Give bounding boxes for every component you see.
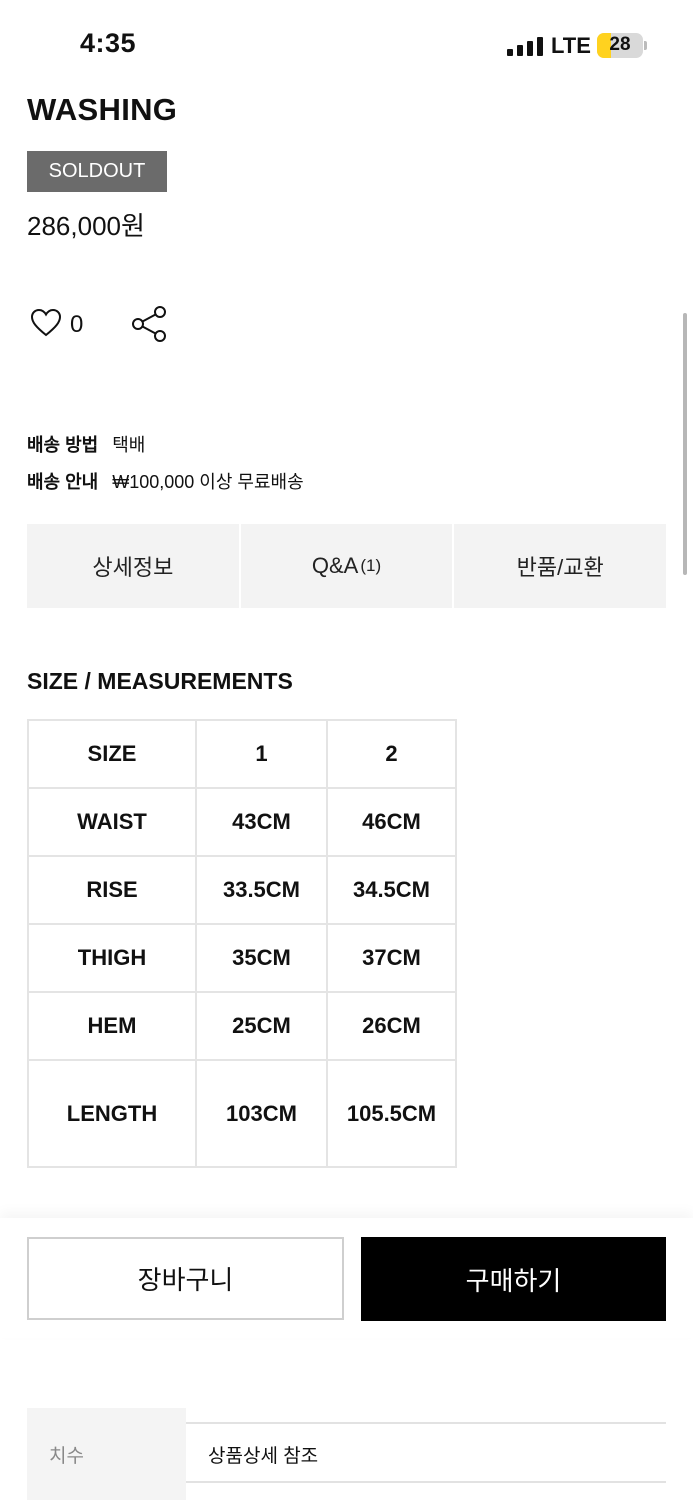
table-row: THIGH 35CM 37CM	[27, 923, 457, 993]
table-row: HEM 25CM 26CM	[27, 991, 457, 1061]
size-table: SIZE 1 2 WAIST 43CM 46CM RISE 33.5CM 34.…	[27, 719, 457, 1168]
table-cell: SIZE	[27, 719, 197, 789]
tab-details[interactable]: 상세정보	[27, 524, 241, 608]
table-cell: LENGTH	[27, 1059, 197, 1168]
soldout-badge: SOLDOUT	[27, 151, 167, 192]
table-cell: 35CM	[195, 923, 328, 993]
shipping-method-value: 택배	[112, 435, 146, 455]
shipping-method-row: 배송 방법 택배	[27, 431, 145, 457]
battery-icon: 28	[597, 33, 643, 58]
tab-qna-label: Q&A	[311, 553, 359, 578]
table-cell: 105.5CM	[326, 1059, 457, 1168]
battery-level: 28	[609, 34, 631, 55]
detail-tabs: 상세정보 Q&A (1) 반품/교환	[27, 524, 666, 608]
table-cell: RISE	[27, 855, 197, 925]
table-cell: 33.5CM	[195, 855, 328, 925]
divider	[186, 1422, 666, 1424]
table-cell: 25CM	[195, 991, 328, 1061]
shipping-guide-value: ₩100,000 이상 무료배송	[112, 472, 304, 492]
table-cell: THIGH	[27, 923, 197, 993]
add-to-cart-button[interactable]: 장바구니	[27, 1237, 344, 1320]
table-cell: WAIST	[27, 787, 197, 857]
table-row: SIZE 1 2	[27, 719, 457, 789]
info-value: 상품상세 참조	[208, 1446, 319, 1467]
table-cell: 103CM	[195, 1059, 328, 1168]
tab-returns[interactable]: 반품/교환	[454, 524, 666, 608]
table-cell: 2	[326, 719, 457, 789]
table-row: RISE 33.5CM 34.5CM	[27, 855, 457, 925]
table-cell: 1	[195, 719, 328, 789]
table-row: LENGTH 103CM 105.5CM	[27, 1059, 457, 1168]
divider	[186, 1481, 666, 1483]
info-label: 치수	[49, 1446, 84, 1467]
tab-qna-count: (1)	[360, 556, 382, 575]
table-cell: 43CM	[195, 787, 328, 857]
product-price: 286,000원	[27, 211, 145, 241]
battery-nub	[644, 41, 647, 50]
scrollbar[interactable]	[683, 313, 687, 575]
tab-details-label: 상세정보	[92, 555, 174, 580]
network-type: LTE	[551, 33, 591, 58]
table-cell: 26CM	[326, 991, 457, 1061]
buy-now-button[interactable]: 구매하기	[361, 1237, 666, 1321]
shipping-method-label: 배송 방법	[27, 435, 99, 455]
share-icon[interactable]	[130, 304, 170, 344]
table-cell: 37CM	[326, 923, 457, 993]
tab-qna[interactable]: Q&A (1)	[241, 524, 455, 608]
heart-icon[interactable]	[30, 307, 62, 339]
table-row: WAIST 43CM 46CM	[27, 787, 457, 857]
tab-returns-label: 반품/교환	[516, 555, 604, 580]
table-cell: 34.5CM	[326, 855, 457, 925]
size-section-title: SIZE / MEASUREMENTS	[27, 668, 293, 694]
shipping-guide-row: 배송 안내 ₩100,000 이상 무료배송	[27, 468, 304, 494]
shipping-guide-label: 배송 안내	[27, 472, 99, 492]
cellular-signal-icon	[507, 36, 543, 56]
table-cell: 46CM	[326, 787, 457, 857]
like-count: 0	[70, 311, 84, 338]
table-cell: HEM	[27, 991, 197, 1061]
product-title: WASHING	[27, 92, 178, 127]
status-time: 4:35	[80, 28, 137, 58]
product-info-row: 치수 상품상세 참조	[27, 1408, 666, 1500]
